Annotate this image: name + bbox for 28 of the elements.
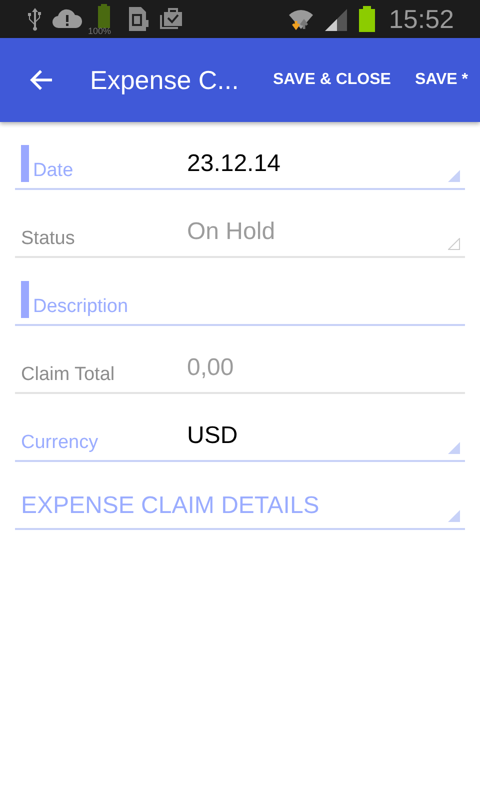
dropdown-field[interactable]: Currency USD [15,394,465,462]
screen-title: Expense C... [90,64,240,96]
signal-icon [322,7,349,31]
battery-percent: 100% [88,26,112,36]
field-value: 23.12.14 [187,150,280,178]
dropdown-indicator-icon [448,442,460,454]
battery-icon [356,6,377,32]
dropdown-field[interactable]: Date 23.12.14 [15,122,465,190]
sim-card-icon [126,6,150,32]
dropdown-indicator-icon [448,238,460,250]
field-label: Currency [21,432,98,454]
field-value: USD [187,422,238,450]
dropdown-indicator-icon [448,170,460,182]
wifi-icon [286,7,315,31]
field-label: Status [21,228,75,250]
field-label: Date [33,160,74,182]
cloud-alert-icon [52,7,82,31]
briefcase-check-icon [158,7,184,31]
usb-icon [26,7,44,31]
field-value: On Hold [187,218,276,246]
clock-time: 15:52 [388,4,454,34]
field-value: 0,00 [187,354,234,382]
field-label: Description [33,296,128,318]
field-label: Claim Total [21,364,115,386]
back-arrow-icon [28,68,54,92]
action-button[interactable]: SAVE * [402,71,480,89]
action-button[interactable]: SAVE & CLOSE [260,71,403,89]
dropdown-indicator-icon [448,510,460,522]
